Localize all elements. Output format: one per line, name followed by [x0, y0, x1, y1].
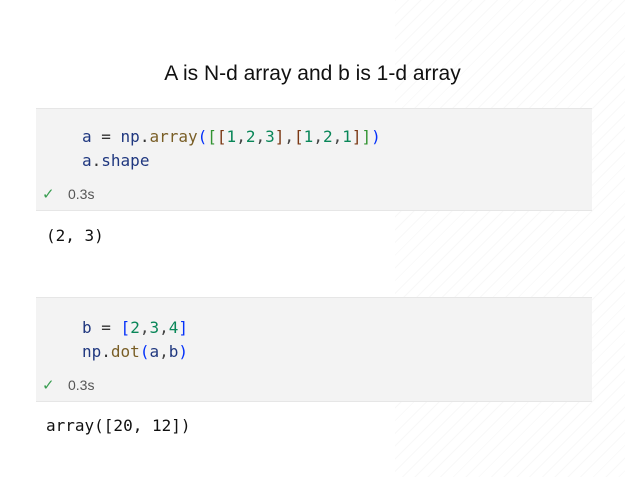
execution-time: 0.3s [68, 377, 95, 393]
code-editor[interactable]: b = [2,3,4] np.dot(a,b) [82, 316, 188, 364]
code-editor[interactable]: a = np.array([[1,2,3],[1,2,1]]) a.shape [82, 125, 381, 173]
code-line: a.shape [82, 151, 150, 170]
code-line: a = np.array([[1,2,3],[1,2,1]]) [82, 127, 381, 146]
code-line: b = [2,3,4] [82, 318, 189, 337]
cell-output-2: array([20, 12]) [46, 416, 191, 435]
check-icon: ✓ [42, 377, 55, 394]
slide-title: A is N-d array and b is 1-d array [164, 62, 461, 85]
code-cell-2[interactable]: b = [2,3,4] np.dot(a,b) ✓ 0.3s [36, 297, 592, 402]
code-line: np.dot(a,b) [82, 342, 189, 361]
execution-time: 0.3s [68, 186, 95, 202]
cell-output-1: (2, 3) [46, 226, 104, 245]
execution-status: ✓ 0.3s [42, 376, 94, 394]
check-icon: ✓ [42, 186, 55, 203]
code-cell-1[interactable]: a = np.array([[1,2,3],[1,2,1]]) a.shape ✓… [36, 108, 592, 211]
execution-status: ✓ 0.3s [42, 185, 94, 203]
